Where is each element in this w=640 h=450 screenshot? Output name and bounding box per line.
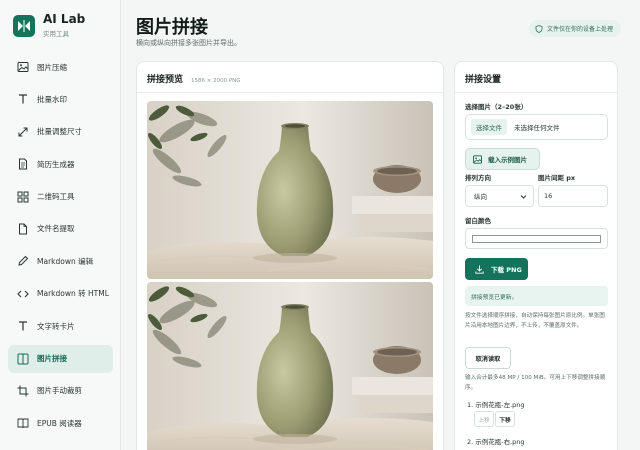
text-card-icon <box>17 320 29 332</box>
chevron-down-icon <box>520 195 527 199</box>
color-swatch <box>472 235 601 243</box>
app-title: AI Lab <box>43 12 86 26</box>
gap-label: 图片间距 px <box>538 174 576 182</box>
select-images-label: 选择图片（2–20张） <box>465 103 528 111</box>
sidebar-item-label: 批量调整尺寸 <box>37 127 82 137</box>
sidebar-item-resize[interactable]: 批量调整尺寸 <box>8 118 113 146</box>
preview-dimensions: 1586 × 2000 PNG <box>191 78 241 84</box>
shield-icon <box>535 24 543 33</box>
grid-icon <box>17 191 29 203</box>
sidebar-item-crop[interactable]: 图片手动裁剪 <box>8 377 113 405</box>
cancel-read-button[interactable]: 取消读取 <box>465 347 511 369</box>
page-title: 图片拼接 <box>136 17 208 38</box>
badge-text: 文件仅在你的设备上处理 <box>547 26 614 33</box>
status-message: 拼接预览已更新。 <box>465 286 608 306</box>
text-icon <box>17 93 29 105</box>
stitched-image-part-1 <box>147 101 433 279</box>
preview-panel: 拼接预览 1586 × 2000 PNG <box>136 61 444 450</box>
local-processing-badge: 文件仅在你的设备上处理 <box>529 20 622 37</box>
sidebar-nav: 图片压缩 批量水印 批量调整尺寸 简历生成器 二维码工具 文件名提取 Markd… <box>8 53 113 442</box>
settings-panel: 拼接设置 选择图片（2–20张） 选择文件 未选择任何文件 载入示例图片 排列方… <box>454 61 618 450</box>
bg-color-picker[interactable] <box>465 228 608 249</box>
page-subtitle: 横向或纵向拼接多张图片并导出。 <box>136 39 241 47</box>
book-icon <box>17 417 29 429</box>
download-label: 下载 PNG <box>491 266 522 274</box>
sidebar-item-label: EPUB 阅读器 <box>37 418 82 428</box>
sidebar-item-filename[interactable]: 文件名提取 <box>8 215 113 243</box>
gap-input[interactable]: 16 <box>538 185 608 207</box>
bg-color-label: 留白颜色 <box>465 217 491 225</box>
divider <box>137 92 443 93</box>
limit-hint: 输入合计最多48 MP / 100 MiB。可用上下移调整拼接顺序。 <box>465 375 606 391</box>
sidebar-item-label: Markdown 编辑 <box>37 256 94 266</box>
sidebar-item-watermark[interactable]: 批量水印 <box>8 85 113 113</box>
file-list-item: 1. 示例花瓶-左.png <box>467 401 525 409</box>
divider <box>455 92 617 93</box>
preview-title: 拼接预览 <box>147 75 184 85</box>
move-up-button[interactable]: 上移 <box>474 411 494 427</box>
sidebar-item-label: 图片手动裁剪 <box>37 386 82 396</box>
sample-button-label: 载入示例图片 <box>488 156 527 164</box>
stitch-hint: 按文件选择顺序拼接，自动保持每张图片原比例。单张图片沿用本地图片边界，不上传，不… <box>465 313 605 329</box>
gap-value: 16 <box>544 192 553 200</box>
move-down-button[interactable]: 下移 <box>495 411 515 427</box>
sidebar-item-label: 二维码工具 <box>37 192 75 202</box>
sidebar-item-label: 文件名提取 <box>37 224 75 234</box>
image-icon <box>17 61 29 73</box>
app-logo-icon <box>13 14 35 37</box>
pen-icon <box>17 255 29 267</box>
app-subtitle: 实用工具 <box>43 30 69 38</box>
sidebar-item-label: 批量水印 <box>37 94 67 104</box>
crop-icon <box>17 385 29 397</box>
stitched-image-part-2 <box>147 282 433 450</box>
no-file-text: 未选择任何文件 <box>514 124 560 132</box>
sidebar-item-epub[interactable]: EPUB 阅读器 <box>8 409 113 437</box>
file-list-item: 2. 示例花瓶-右.png <box>467 438 525 446</box>
direction-select[interactable]: 纵向 <box>465 185 534 207</box>
sidebar-item-label: 简历生成器 <box>37 159 75 169</box>
load-sample-button[interactable]: 载入示例图片 <box>465 148 540 170</box>
sidebar-item-label: 文字转卡片 <box>37 321 75 331</box>
sidebar-item-image-stitch[interactable]: 图片拼接 <box>8 344 113 373</box>
sidebar-item-markdown-html[interactable]: Markdown 转 HTML <box>8 280 113 308</box>
sidebar: AI Lab 实用工具 图片压缩 批量水印 批量调整尺寸 简历生成器 二维码工具… <box>0 0 121 450</box>
direction-value: 纵向 <box>474 193 487 201</box>
direction-label: 排列方向 <box>465 174 491 182</box>
file-input[interactable]: 选择文件 未选择任何文件 <box>465 114 608 140</box>
choose-file-button[interactable]: 选择文件 <box>471 119 507 135</box>
resize-icon <box>17 126 29 138</box>
sidebar-item-image-compress[interactable]: 图片压缩 <box>8 53 113 81</box>
sidebar-item-qrcode[interactable]: 二维码工具 <box>8 183 113 211</box>
download-icon <box>475 265 484 274</box>
file-icon <box>17 223 29 235</box>
code-icon <box>17 288 29 300</box>
sidebar-item-label: Markdown 转 HTML <box>37 289 109 299</box>
sidebar-item-text-card[interactable]: 文字转卡片 <box>8 312 113 340</box>
document-icon <box>17 158 29 170</box>
sidebar-item-markdown-edit[interactable]: Markdown 编辑 <box>8 247 113 275</box>
sidebar-item-label: 图片拼接 <box>37 354 67 364</box>
brand[interactable]: AI Lab 实用工具 <box>13 13 85 38</box>
sidebar-item-label: 图片压缩 <box>37 62 67 72</box>
status-text: 拼接预览已更新。 <box>471 294 518 301</box>
download-png-button[interactable]: 下载 PNG <box>465 258 528 280</box>
sidebar-item-resume[interactable]: 简历生成器 <box>8 150 113 178</box>
settings-title: 拼接设置 <box>465 75 502 85</box>
image-icon <box>473 154 482 164</box>
collage-icon <box>17 353 29 365</box>
